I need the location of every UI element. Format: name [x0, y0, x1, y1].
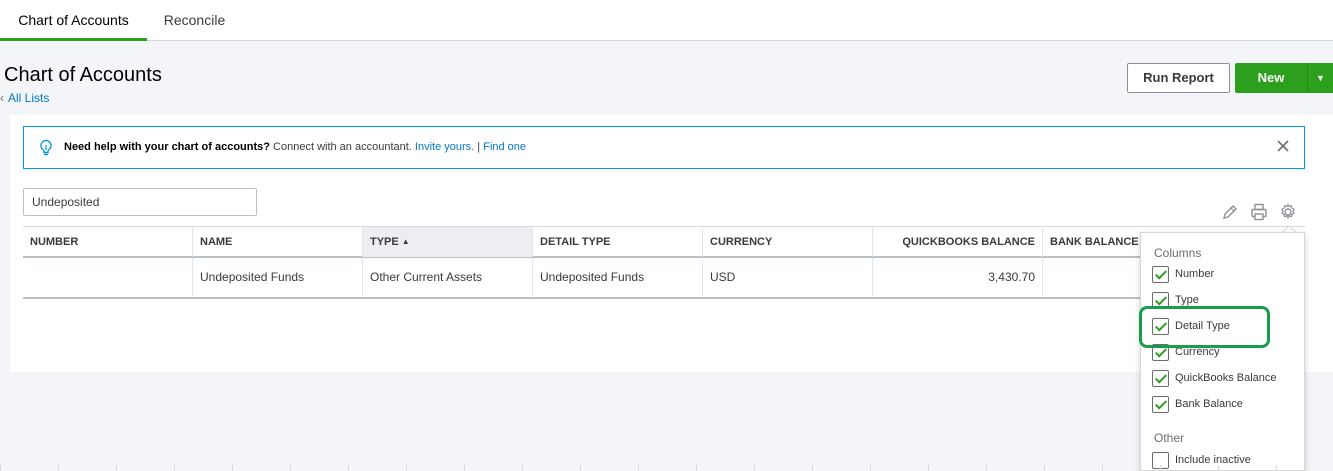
back-to-all-lists-link[interactable]: ‹ All Lists: [0, 91, 49, 105]
column-header-quickbooks-balance[interactable]: QUICKBOOKS BALANCE: [873, 227, 1043, 257]
option-label: Bank Balance: [1175, 398, 1243, 410]
close-icon[interactable]: [1276, 139, 1290, 153]
checkbox-number[interactable]: [1152, 265, 1169, 283]
new-dropdown-button[interactable]: ▼: [1307, 63, 1333, 93]
cell-currency: USD: [703, 258, 873, 297]
page-title: Chart of Accounts: [4, 64, 162, 86]
banner-separator: |: [474, 141, 484, 153]
tab-reconcile[interactable]: Reconcile: [147, 0, 242, 41]
cell-bank-balance: [1043, 258, 1143, 297]
column-header-type-label: TYPE: [370, 236, 399, 248]
checkbox-bank-balance[interactable]: [1152, 395, 1169, 413]
bottom-gridlines: [0, 465, 1333, 471]
banner-text: Connect with an accountant.: [269, 141, 415, 153]
gear-icon[interactable]: [1278, 202, 1298, 222]
column-header-bank-balance[interactable]: BANK BALANCE: [1043, 227, 1143, 257]
help-banner: Need help with your chart of accounts? C…: [23, 126, 1305, 169]
checkbox-detail-type[interactable]: [1152, 317, 1169, 335]
column-header-number[interactable]: NUMBER: [23, 227, 193, 257]
checkbox-currency[interactable]: [1152, 343, 1169, 361]
other-heading: Other: [1154, 431, 1185, 445]
new-button[interactable]: New: [1235, 63, 1307, 93]
find-one-link[interactable]: Find one: [483, 141, 526, 153]
column-option-quickbooks-balance[interactable]: QuickBooks Balance: [1152, 369, 1277, 387]
option-label: Detail Type: [1175, 320, 1230, 332]
invite-yours-link[interactable]: Invite yours.: [415, 141, 474, 153]
search-input[interactable]: [23, 188, 257, 216]
column-header-name[interactable]: NAME: [193, 227, 363, 257]
back-link-label: All Lists: [8, 91, 50, 105]
column-header-detail-type[interactable]: DETAIL TYPE: [533, 227, 703, 257]
tab-chart-of-accounts[interactable]: Chart of Accounts: [0, 0, 147, 41]
cell-number: [23, 258, 193, 297]
option-label: Currency: [1175, 346, 1220, 358]
column-option-bank-balance[interactable]: Bank Balance: [1152, 395, 1243, 413]
option-label: QuickBooks Balance: [1175, 372, 1277, 384]
table-header-row: NUMBER NAME TYPE ▲ DETAIL TYPE CURRENCY Q…: [23, 226, 1305, 258]
option-label: Number: [1175, 268, 1215, 280]
column-option-detail-type[interactable]: Detail Type: [1152, 317, 1230, 335]
cell-type: Other Current Assets: [363, 258, 533, 297]
tab-bar: Chart of Accounts Reconcile: [0, 0, 1333, 41]
checkbox-type[interactable]: [1152, 291, 1169, 309]
banner-bold-text: Need help with your chart of accounts?: [64, 141, 270, 153]
column-option-type[interactable]: Type: [1152, 291, 1199, 309]
sort-ascending-icon: ▲: [401, 237, 410, 246]
option-label: Type: [1175, 294, 1199, 306]
run-report-button[interactable]: Run Report: [1127, 63, 1230, 93]
checkbox-quickbooks-balance[interactable]: [1152, 369, 1169, 387]
banner-message: Need help with your chart of accounts? C…: [64, 141, 526, 153]
cell-detail-type: Undeposited Funds: [533, 258, 703, 297]
cell-name: Undeposited Funds: [193, 258, 363, 297]
chevron-left-icon: ‹: [0, 91, 4, 105]
column-settings-popover: Columns Number Type Detail Type Currency…: [1140, 232, 1305, 471]
table-row[interactable]: Undeposited Funds Other Current Assets U…: [23, 258, 1305, 299]
column-header-type[interactable]: TYPE ▲: [363, 227, 533, 257]
pencil-icon[interactable]: [1220, 202, 1240, 222]
caret-down-icon: ▼: [1316, 73, 1325, 83]
column-option-currency[interactable]: Currency: [1152, 343, 1220, 361]
lightbulb-icon: [40, 139, 52, 156]
column-header-currency[interactable]: CURRENCY: [703, 227, 873, 257]
columns-heading: Columns: [1154, 246, 1202, 260]
column-option-number[interactable]: Number: [1152, 265, 1214, 283]
print-icon[interactable]: [1249, 202, 1269, 222]
cell-quickbooks-balance: 3,430.70: [873, 258, 1043, 297]
